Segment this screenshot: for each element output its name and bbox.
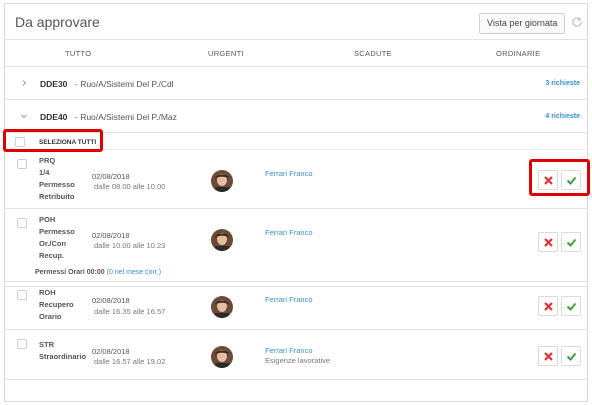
employee-name-link[interactable]: Ferrari Franco: [265, 295, 313, 304]
employee-name-link[interactable]: Ferrari Franco: [265, 228, 313, 237]
select-all-checkbox[interactable]: [15, 137, 25, 147]
request-row: PRQ 1/4 Permesso Retribuito 02/08/2018 dal…: [5, 151, 587, 209]
request-time: dalle 16.35 alle 16.57: [94, 307, 166, 316]
approve-button[interactable]: [561, 232, 581, 252]
month-permits-link[interactable]: (0 nel mese corr.): [107, 269, 161, 276]
request-date: 02/08/2018: [92, 172, 130, 181]
group-description: - Ruo/A/Sistemi Del P./Maz: [75, 112, 177, 122]
select-all-row: SELEZIONA TUTTI: [5, 134, 587, 150]
check-icon: [566, 238, 577, 247]
refresh-icon[interactable]: [571, 16, 583, 28]
avatar: [211, 346, 233, 368]
row-checkbox[interactable]: [17, 339, 27, 349]
request-row: ROH Recupero Orario 02/08/2018 dalle 16.3…: [5, 281, 587, 330]
avatar: [211, 296, 233, 318]
request-row: STR Straordinario 02/08/2018 dalle 16.57 …: [5, 331, 587, 380]
check-icon: [566, 302, 577, 311]
approve-button[interactable]: [561, 346, 581, 366]
tab-ordinarie[interactable]: ORDINARIE: [496, 49, 540, 58]
request-note: Esigenze lavorative: [265, 356, 331, 365]
hourly-permits-summary: Permessi Orari 00:00 (0 nel mese corr.): [35, 269, 162, 276]
row-checkbox[interactable]: [17, 218, 27, 228]
employee-name-link[interactable]: Ferrari Franco: [265, 346, 313, 355]
request-time: dalle 08.00 alle 10.00: [94, 182, 166, 191]
view-by-day-button[interactable]: Vista per giornata: [479, 13, 566, 34]
approve-button[interactable]: [561, 296, 581, 316]
group-count-link[interactable]: 3 richieste: [545, 80, 580, 87]
panel-header: Da approvare Vista per giornata: [5, 4, 587, 40]
request-date: 02/08/2018: [92, 296, 130, 305]
reject-button[interactable]: [538, 170, 558, 190]
reject-button[interactable]: [538, 296, 558, 316]
row-checkbox[interactable]: [17, 159, 27, 169]
reject-button[interactable]: [538, 232, 558, 252]
chevron-down-icon[interactable]: [19, 111, 29, 121]
tab-urgenti[interactable]: URGENTI: [208, 49, 244, 58]
close-icon: [544, 176, 553, 185]
employee-name-link[interactable]: Ferrari Franco: [265, 169, 313, 178]
request-type: STR Straordinario: [39, 340, 87, 361]
group-count-link[interactable]: 4 richieste: [545, 113, 580, 120]
close-icon: [544, 302, 553, 311]
group-description: - Ruo/A/Sistemi Del P./Cdl: [75, 79, 174, 89]
check-icon: [566, 176, 577, 185]
close-icon: [544, 238, 553, 247]
request-date: 02/08/2018: [92, 347, 130, 356]
check-icon: [566, 352, 577, 361]
tab-tutto[interactable]: TUTTO: [65, 49, 91, 58]
approval-panel: Da approvare Vista per giornata TUTTO UR…: [4, 3, 588, 402]
request-type: POH Permesso Or./Con Recup.: [39, 215, 75, 260]
request-date: 02/08/2018: [92, 231, 130, 240]
select-all-label[interactable]: SELEZIONA TUTTI: [39, 139, 96, 146]
request-time: dalle 10.00 alle 10.23: [94, 241, 166, 250]
filter-tabs: TUTTO URGENTI SCADUTE ORDINARIE: [5, 41, 587, 67]
close-icon: [544, 352, 553, 361]
group-code: DDE30: [40, 79, 68, 89]
group-row-dde30[interactable]: DDE30 - Ruo/A/Sistemi Del P./Cdl 3 richi…: [5, 67, 587, 100]
request-type: PRQ 1/4 Permesso Retribuito: [39, 156, 75, 201]
request-type: ROH Recupero Orario: [39, 288, 74, 321]
avatar: [211, 170, 233, 192]
group-row-dde40[interactable]: DDE40 - Ruo/A/Sistemi Del P./Maz 4 richi…: [5, 100, 587, 133]
tab-scadute[interactable]: SCADUTE: [354, 49, 392, 58]
avatar: [211, 229, 233, 251]
row-checkbox[interactable]: [17, 290, 27, 300]
group-code: DDE40: [40, 112, 68, 122]
approve-button[interactable]: [561, 170, 581, 190]
request-time: dalle 16.57 alle 19.02: [94, 357, 166, 366]
chevron-right-icon[interactable]: [19, 78, 29, 88]
page-title: Da approvare: [15, 14, 100, 30]
reject-button[interactable]: [538, 346, 558, 366]
